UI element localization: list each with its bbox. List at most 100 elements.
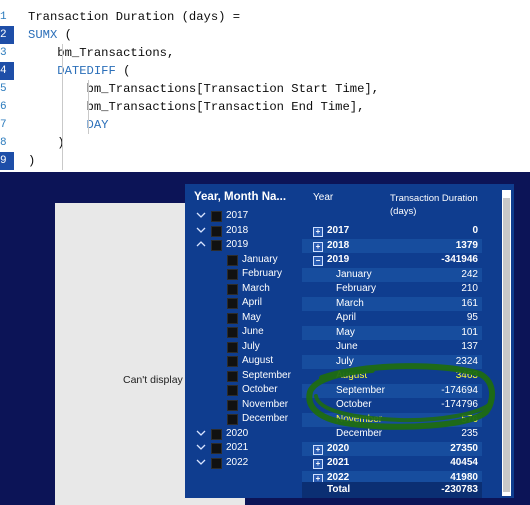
code-editor[interactable]: 1 Transaction Duration (days) = 2 SUMX (3 b… [0, 0, 530, 172]
slicer-month-november[interactable]: November [185, 399, 302, 413]
code-line[interactable]: 6 bm_Transactions[Transaction End Time], [0, 98, 520, 116]
chevron-down-icon[interactable] [195, 441, 207, 453]
checkbox[interactable] [227, 327, 238, 338]
matrix-row[interactable]: December 235 [302, 427, 482, 441]
chevron-down-icon[interactable] [195, 209, 207, 221]
matrix-row[interactable]: January 242 [302, 268, 482, 282]
slicer-month-december[interactable]: December [185, 413, 302, 427]
matrix-row[interactable]: March 161 [302, 297, 482, 311]
matrix-row[interactable]: April 95 [302, 311, 482, 325]
checkbox[interactable] [211, 226, 222, 237]
checkbox[interactable] [227, 414, 238, 425]
scroll-thumb[interactable] [503, 198, 510, 492]
checkbox[interactable] [227, 284, 238, 295]
matrix-row[interactable]: July 2324 [302, 355, 482, 369]
expand-plus-icon[interactable]: + [313, 227, 323, 237]
matrix-row[interactable]: −2019 -341946 [302, 253, 482, 267]
matrix-row[interactable]: +2020 27350 [302, 442, 482, 456]
row-value: -174694 [441, 385, 478, 396]
code-line[interactable]: 7 DAY [0, 116, 520, 134]
code-line[interactable]: 8 ) [0, 134, 520, 152]
slicer-year-2021[interactable]: 2021 [185, 442, 302, 456]
slicer-month-january[interactable]: January [185, 254, 302, 268]
slicer-month-february[interactable]: February [185, 268, 302, 282]
column-header-transaction-duration[interactable]: Transaction Duration (days) [390, 192, 490, 218]
checkbox[interactable] [227, 298, 238, 309]
slicer-month-august[interactable]: August [185, 355, 302, 369]
matrix-row[interactable]: May 101 [302, 326, 482, 340]
code-line[interactable]: 3 bm_Transactions, [0, 44, 520, 62]
slicer-month-june[interactable]: June [185, 326, 302, 340]
checkbox[interactable] [211, 429, 222, 440]
slicer-item-label: October [242, 384, 278, 395]
slicer-item-label: 2019 [226, 239, 249, 250]
column-header-year[interactable]: Year [313, 192, 333, 203]
code-text: ) [28, 134, 64, 152]
matrix-row[interactable]: October -174796 [302, 398, 482, 412]
checkbox[interactable] [227, 371, 238, 382]
slicer-title: Year, Month Na... [194, 191, 287, 203]
code-statement: bm_Transactions, [28, 46, 175, 60]
slicer-month-october[interactable]: October [185, 384, 302, 398]
year-month-slicer[interactable]: Year, Month Na... 2017 2018 2019 January Feb… [185, 184, 302, 498]
code-line[interactable]: 2 SUMX ( [0, 26, 520, 44]
slicer-year-2020[interactable]: 2020 [185, 428, 302, 442]
slicer-month-march[interactable]: March [185, 283, 302, 297]
checkbox[interactable] [227, 313, 238, 324]
expand-plus-icon[interactable]: + [313, 445, 323, 455]
code-line[interactable]: 1 Transaction Duration (days) = [0, 8, 520, 26]
expand-plus-icon[interactable]: + [313, 459, 323, 469]
slicer-month-july[interactable]: July [185, 341, 302, 355]
chevron-down-icon[interactable] [195, 427, 207, 439]
collapse-minus-icon[interactable]: − [313, 256, 323, 266]
checkbox[interactable] [227, 269, 238, 280]
matrix-row[interactable]: August 3463 [302, 369, 482, 383]
slicer-year-2019[interactable]: 2019 [185, 239, 302, 253]
slicer-month-april[interactable]: April [185, 297, 302, 311]
transaction-matrix[interactable]: Year Transaction Duration (days) +2017 0 +… [302, 184, 514, 498]
chevron-down-icon[interactable] [195, 456, 207, 468]
matrix-row[interactable]: June 137 [302, 340, 482, 354]
code-line[interactable]: 4 DATEDIFF ( [0, 62, 520, 80]
checkbox[interactable] [211, 458, 222, 469]
matrix-row[interactable]: November 576 [302, 413, 482, 427]
slicer-month-september[interactable]: September [185, 370, 302, 384]
matrix-row[interactable]: +2017 0 [302, 224, 482, 238]
scroll-up-arrow-icon[interactable] [503, 190, 510, 202]
chevron-down-icon[interactable] [195, 224, 207, 236]
expand-plus-icon[interactable]: + [313, 242, 323, 252]
matrix-row[interactable]: September -174694 [302, 384, 482, 398]
checkbox[interactable] [211, 443, 222, 454]
checkbox[interactable] [211, 211, 222, 222]
checkbox[interactable] [227, 385, 238, 396]
row-value: 576 [461, 414, 478, 425]
checkbox[interactable] [227, 400, 238, 411]
slicer-month-may[interactable]: May [185, 312, 302, 326]
slicer-year-2018[interactable]: 2018 [185, 225, 302, 239]
checkbox[interactable] [227, 356, 238, 367]
line-number: 7 [0, 119, 7, 131]
slicer-year-2017[interactable]: 2017 [185, 210, 302, 224]
code-line[interactable]: 5 bm_Transactions[Transaction Start Time… [0, 80, 520, 98]
scroll-down-arrow-icon[interactable] [503, 490, 510, 496]
slicer-item-label: July [242, 341, 260, 352]
row-value: -341946 [441, 254, 478, 265]
chevron-up-icon[interactable] [195, 238, 207, 250]
matrix-row[interactable]: +2021 40454 [302, 456, 482, 470]
matrix-row[interactable]: +2018 1379 [302, 239, 482, 253]
matrix-total-row: Total -230783 [302, 482, 482, 498]
slicer-item-label: 2020 [226, 428, 249, 439]
checkbox[interactable] [227, 255, 238, 266]
matrix-scrollbar[interactable] [502, 190, 511, 496]
code-line[interactable]: 9) [0, 152, 520, 170]
slicer-year-2022[interactable]: 2022 [185, 457, 302, 471]
checkbox[interactable] [227, 342, 238, 353]
dax-formula-bar[interactable]: 1 Transaction Duration (days) = 2 SUMX (3 b… [0, 0, 530, 172]
checkbox[interactable] [211, 240, 222, 251]
slicer-item-label: 2018 [226, 225, 249, 236]
code-statement: bm_Transactions[Transaction Start Time], [28, 82, 380, 96]
line-number: 3 [0, 47, 7, 59]
row-label: December [336, 428, 383, 439]
matrix-row[interactable]: February 210 [302, 282, 482, 296]
code-text: ) [28, 152, 35, 170]
